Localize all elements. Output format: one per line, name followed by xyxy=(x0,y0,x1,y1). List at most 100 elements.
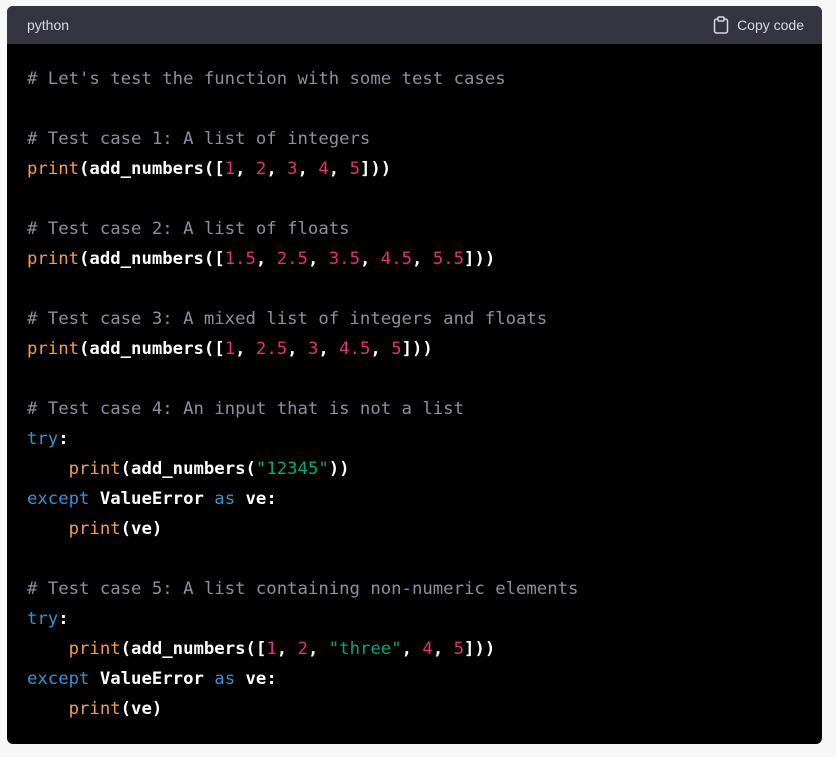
code-line: # Test case 2: A list of floats xyxy=(27,214,802,244)
code-block-header: python Copy code xyxy=(7,6,822,44)
code-line: try: xyxy=(27,424,802,454)
code-number: 3 xyxy=(287,159,298,179)
code-plain: (ve) xyxy=(120,519,163,539)
code-number: 4 xyxy=(318,159,329,179)
code-plain: (ve) xyxy=(120,699,163,719)
code-line: print(ve) xyxy=(27,514,802,544)
code-plain xyxy=(27,639,69,659)
code-number: 4.5 xyxy=(380,249,413,269)
code-keyword: except xyxy=(27,669,90,689)
code-number: 5 xyxy=(349,159,360,179)
code-line: # Test case 1: A list of integers xyxy=(27,124,802,154)
code-comment: # Test case 3: A mixed list of integers … xyxy=(27,309,548,329)
code-function: print xyxy=(68,639,121,659)
code-plain: (add_numbers( xyxy=(120,459,256,479)
copy-code-button[interactable]: Copy code xyxy=(713,16,804,34)
code-line: print(add_numbers([1.5, 2.5, 3.5, 4.5, 5… xyxy=(27,244,802,274)
code-number: 2.5 xyxy=(276,249,308,269)
code-plain: , xyxy=(401,639,423,659)
code-comment: # Test case 4: An input that is not a li… xyxy=(27,399,464,419)
code-number: 1 xyxy=(224,339,236,359)
code-plain: , xyxy=(287,339,308,359)
code-plain: (add_numbers([ xyxy=(120,639,267,659)
code-plain: )) xyxy=(328,459,350,479)
code-string: "three" xyxy=(328,639,402,659)
code-keyword: as xyxy=(214,669,236,689)
code-number: 3.5 xyxy=(328,249,360,269)
code-keyword: except xyxy=(27,489,90,509)
clipboard-icon xyxy=(713,16,729,34)
code-plain: ValueError xyxy=(89,489,215,509)
code-function: print xyxy=(68,519,121,539)
code-plain: ve: xyxy=(235,669,277,689)
code-plain: , xyxy=(412,249,433,269)
code-keyword: as xyxy=(214,489,236,509)
code-number: 5.5 xyxy=(432,249,465,269)
code-number: 2 xyxy=(297,639,308,659)
code-plain: , xyxy=(255,249,277,269)
code-comment: # Let's test the function with some test… xyxy=(27,69,506,89)
code-line: try: xyxy=(27,604,802,634)
code-number: 2.5 xyxy=(255,339,288,359)
code-plain: ve: xyxy=(235,489,277,509)
code-plain: , xyxy=(235,339,256,359)
code-plain: , xyxy=(370,339,392,359)
code-number: 1 xyxy=(224,159,236,179)
code-plain: , xyxy=(297,159,319,179)
code-plain: ])) xyxy=(464,639,496,659)
code-plain: : xyxy=(58,609,69,629)
code-line: except ValueError as ve: xyxy=(27,484,802,514)
code-line: # Test case 5: A list containing non-num… xyxy=(27,574,802,604)
code-number: 4.5 xyxy=(339,339,371,359)
copy-code-label: Copy code xyxy=(737,17,804,33)
code-number: 1 xyxy=(266,639,277,659)
code-plain: , xyxy=(328,159,350,179)
code-number: 3 xyxy=(307,339,319,359)
code-keyword: try xyxy=(27,429,59,449)
code-plain: , xyxy=(359,249,381,269)
code-line: print(add_numbers("12345")) xyxy=(27,454,802,484)
code-plain: : xyxy=(58,429,69,449)
code-string: "12345" xyxy=(255,459,329,479)
code-function: print xyxy=(27,339,80,359)
code-function: print xyxy=(27,159,80,179)
code-plain xyxy=(27,699,69,719)
code-function: print xyxy=(68,699,121,719)
code-plain xyxy=(27,519,69,539)
code-line: print(add_numbers([1, 2, 3, 4, 5])) xyxy=(27,154,802,184)
code-number: 1.5 xyxy=(224,249,256,269)
code-number: 2 xyxy=(255,159,267,179)
code-plain: ])) xyxy=(359,159,392,179)
code-plain: , xyxy=(307,639,329,659)
code-comment: # Test case 1: A list of integers xyxy=(27,129,371,149)
code-number: 4 xyxy=(422,639,433,659)
code-plain: , xyxy=(266,159,288,179)
code-plain: , xyxy=(432,639,454,659)
code-content[interactable]: # Let's test the function with some test… xyxy=(7,44,822,724)
code-line: print(ve) xyxy=(27,694,802,724)
code-number: 5 xyxy=(391,339,402,359)
code-line: # Let's test the function with some test… xyxy=(27,64,802,94)
code-plain: ])) xyxy=(464,249,496,269)
code-block: python Copy code # Let's test the functi… xyxy=(7,6,822,744)
code-plain: ])) xyxy=(401,339,433,359)
code-plain: (add_numbers([ xyxy=(79,249,225,269)
language-label: python xyxy=(27,17,70,33)
code-line: # Test case 4: An input that is not a li… xyxy=(27,394,802,424)
code-plain: (add_numbers([ xyxy=(79,339,225,359)
code-comment: # Test case 5: A list containing non-num… xyxy=(27,579,579,599)
code-plain: , xyxy=(235,159,256,179)
code-plain: , xyxy=(307,249,329,269)
code-plain: , xyxy=(318,339,340,359)
code-line: print(add_numbers([1, 2.5, 3, 4.5, 5])) xyxy=(27,334,802,364)
code-plain xyxy=(27,459,69,479)
code-line: print(add_numbers([1, 2, "three", 4, 5])… xyxy=(27,634,802,664)
code-function: print xyxy=(27,249,80,269)
code-keyword: try xyxy=(27,609,59,629)
code-number: 5 xyxy=(453,639,465,659)
code-line: except ValueError as ve: xyxy=(27,664,802,694)
